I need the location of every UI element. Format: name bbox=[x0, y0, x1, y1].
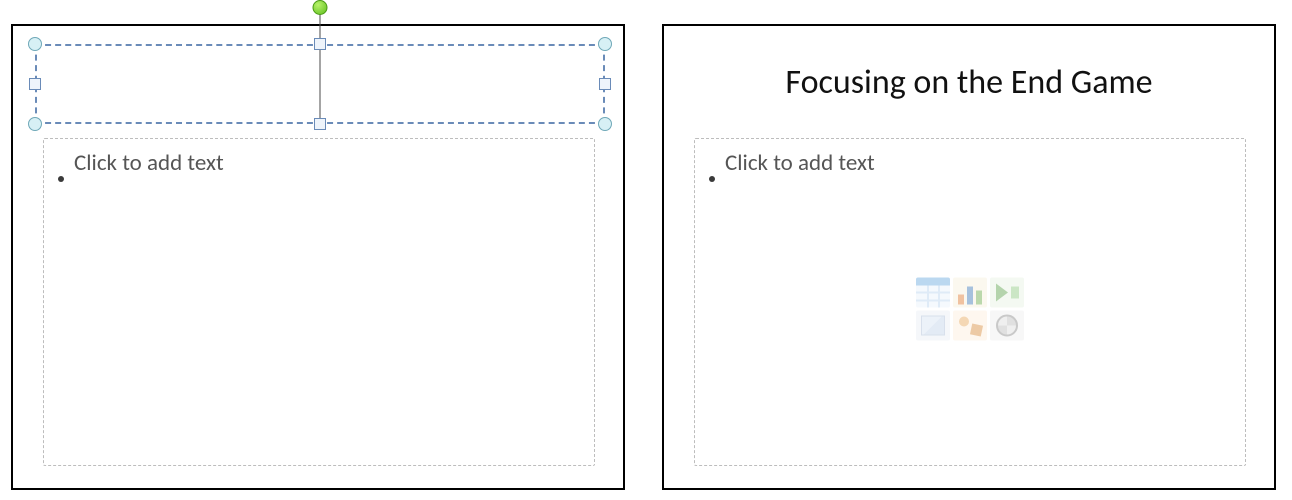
rotation-handle-icon[interactable] bbox=[313, 0, 328, 15]
bullet-line: Click to add text bbox=[58, 149, 580, 177]
insert-smartart-icon[interactable] bbox=[990, 277, 1024, 307]
slide-title[interactable]: Focusing on the End Game bbox=[664, 62, 1274, 103]
insert-clipart-icon[interactable] bbox=[953, 310, 987, 340]
selection-border bbox=[35, 44, 605, 124]
resize-handle-top-right[interactable] bbox=[598, 37, 612, 51]
title-placeholder-selected[interactable] bbox=[35, 44, 605, 124]
bullet-icon bbox=[58, 176, 64, 182]
content-placeholder-right[interactable]: Click to add text bbox=[694, 138, 1246, 466]
insert-media-icon[interactable] bbox=[990, 310, 1024, 340]
resize-handle-bottom-right[interactable] bbox=[598, 117, 612, 131]
insert-chart-icon[interactable] bbox=[953, 277, 987, 307]
bullet-line: Click to add text bbox=[709, 149, 1231, 177]
bullet-icon bbox=[709, 176, 715, 182]
content-placeholder-text: Click to add text bbox=[725, 149, 875, 177]
content-insert-icon-grid bbox=[916, 277, 1024, 340]
selection-mid-stem bbox=[320, 46, 321, 122]
resize-handle-bottom-left[interactable] bbox=[28, 117, 42, 131]
slide-left: Click to add text bbox=[11, 24, 625, 490]
resize-handle-mid-top[interactable] bbox=[314, 38, 326, 50]
resize-handle-top-left[interactable] bbox=[28, 37, 42, 51]
resize-handle-mid-left[interactable] bbox=[29, 78, 41, 90]
content-placeholder-text: Click to add text bbox=[74, 149, 224, 177]
slide-right: Focusing on the End Game Click to add te… bbox=[662, 24, 1276, 490]
resize-handle-mid-right[interactable] bbox=[599, 78, 611, 90]
content-placeholder-left[interactable]: Click to add text bbox=[43, 138, 595, 466]
insert-table-icon[interactable] bbox=[916, 277, 950, 307]
insert-picture-icon[interactable] bbox=[916, 310, 950, 340]
resize-handle-mid-bottom[interactable] bbox=[314, 118, 326, 130]
